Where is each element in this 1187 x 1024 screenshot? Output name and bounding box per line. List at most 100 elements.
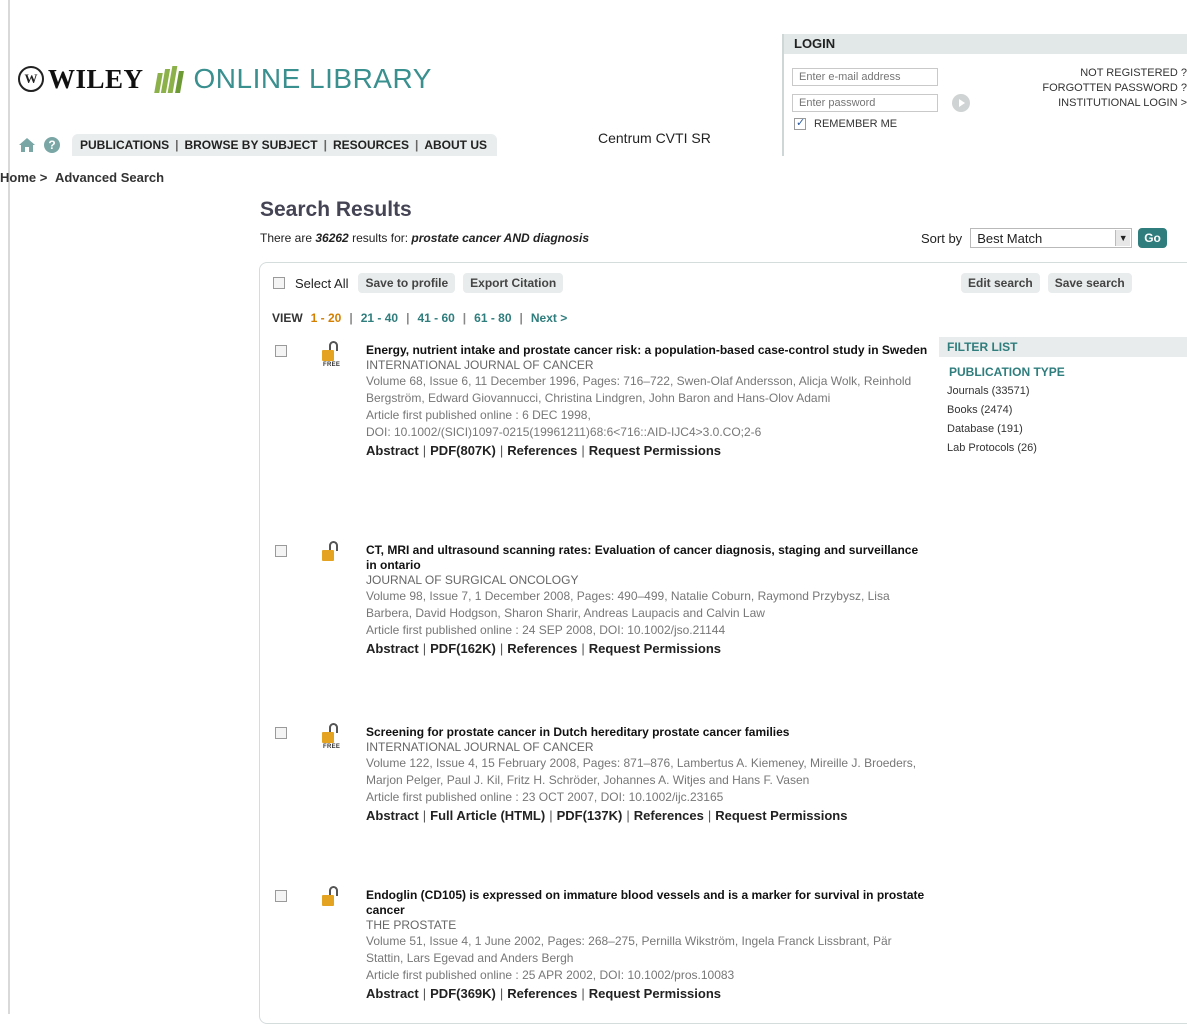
result-checkbox[interactable] — [275, 727, 287, 739]
result-actions: Abstract | PDF(807K) | References | Request Pe… — [366, 443, 721, 458]
breadcrumb: Home > Advanced Search — [0, 170, 164, 185]
tab-publications[interactable]: PUBLICATIONS — [80, 138, 169, 152]
abstract-link[interactable]: Abstract — [366, 443, 419, 458]
pdf-link[interactable]: PDF(807K) — [430, 443, 496, 458]
request-permissions-link[interactable]: Request Permissions — [589, 641, 721, 656]
references-link[interactable]: References — [507, 443, 577, 458]
references-link[interactable]: References — [507, 641, 577, 656]
open-access-lock-icon — [320, 886, 342, 912]
remember-me-label: REMEMBER ME — [814, 118, 898, 130]
logo-wiley-text: WILEY — [48, 63, 144, 94]
result-title[interactable]: CT, MRI and ultrasound scanning rates: E… — [366, 543, 931, 573]
results-prefix: There are — [260, 231, 316, 245]
filter-database[interactable]: Database (191) — [947, 420, 1187, 439]
pdf-link[interactable]: PDF(162K) — [430, 641, 496, 656]
request-permissions-link[interactable]: Request Permissions — [715, 808, 847, 823]
password-field[interactable] — [792, 94, 938, 112]
open-access-lock-icon — [320, 541, 342, 567]
references-link[interactable]: References — [634, 808, 704, 823]
pdf-link[interactable]: PDF(137K) — [557, 808, 623, 823]
page-1-20: 1 - 20 — [310, 311, 342, 325]
result-journal[interactable]: INTERNATIONAL JOURNAL OF CANCER — [366, 358, 931, 373]
page-separator: | — [519, 311, 523, 325]
page-41-60[interactable]: 41 - 60 — [417, 311, 454, 325]
filter-books[interactable]: Books (2474) — [947, 401, 1187, 420]
results-count: There are 36262 results for: prostate ca… — [260, 231, 589, 245]
result-actions: Abstract | Full Article (HTML) | PDF(137K) | R… — [366, 808, 848, 823]
tab-separator: | — [414, 138, 419, 152]
publication-type-title: PUBLICATION TYPE — [949, 365, 1065, 379]
results-query: prostate cancer AND diagnosis — [411, 231, 590, 245]
abstract-link[interactable]: Abstract — [366, 986, 419, 1001]
breadcrumb-home[interactable]: Home > — [0, 170, 47, 185]
full-article-link[interactable]: Full Article (HTML) — [430, 808, 545, 823]
tab-about-us[interactable]: ABOUT US — [424, 138, 487, 152]
references-link[interactable]: References — [507, 986, 577, 1001]
forgotten-password-link[interactable]: FORGOTTEN PASSWORD ? — [1042, 81, 1187, 96]
results-toolbar: Select All Save to profile Export Citati… — [273, 273, 564, 293]
result-journal[interactable]: INTERNATIONAL JOURNAL OF CANCER — [366, 740, 931, 755]
tab-resources[interactable]: RESOURCES — [333, 138, 409, 152]
result-checkbox[interactable] — [275, 545, 287, 557]
page-61-80[interactable]: 61 - 80 — [474, 311, 511, 325]
search-tools: Edit search Save search — [961, 273, 1132, 293]
abstract-link[interactable]: Abstract — [366, 808, 419, 823]
sort-control: Sort by Best Match ▼ Go — [921, 228, 1167, 248]
save-to-profile-button[interactable]: Save to profile — [358, 273, 456, 293]
result-journal[interactable]: THE PROSTATE — [366, 918, 931, 933]
result-published: Article first published online : 24 SEP … — [366, 623, 726, 637]
result-title[interactable]: Screening for prostate cancer in Dutch h… — [366, 725, 931, 740]
institutional-login-link[interactable]: INSTITUTIONAL LOGIN > — [1042, 96, 1187, 111]
login-title: LOGIN — [784, 34, 1187, 54]
result-checkbox[interactable] — [275, 345, 287, 357]
tab-separator: | — [323, 138, 327, 152]
filter-list-title: FILTER LIST — [939, 337, 1187, 357]
result-title[interactable]: Energy, nutrient intake and prostate can… — [366, 343, 931, 358]
select-all-checkbox[interactable] — [273, 277, 285, 289]
wiley-logo[interactable]: W WILEY ONLINE LIBRARY — [18, 62, 432, 96]
filter-lab-protocols[interactable]: Lab Protocols (26) — [947, 439, 1187, 458]
sort-label: Sort by — [921, 230, 963, 246]
result-journal[interactable]: JOURNAL OF SURGICAL ONCOLOGY — [366, 573, 931, 588]
home-icon[interactable] — [18, 137, 36, 153]
not-registered-link[interactable]: NOT REGISTERED ? — [1042, 66, 1187, 81]
sort-value: Best Match — [977, 231, 1043, 246]
login-submit-button[interactable] — [952, 94, 970, 112]
export-citation-button[interactable]: Export Citation — [463, 273, 564, 293]
result-content: Endoglin (CD105) is expressed on immatur… — [366, 888, 931, 1001]
result-meta: Volume 122, Issue 4, 15 February 2008, P… — [366, 756, 917, 787]
request-permissions-link[interactable]: Request Permissions — [589, 986, 721, 1001]
result-meta: Volume 68, Issue 6, 11 December 1996, Pa… — [366, 374, 912, 405]
result-doi: DOI: 10.1002/(SICI)1097-0215(19961211)68… — [366, 425, 762, 439]
filter-journals[interactable]: Journals (33571) — [947, 382, 1187, 401]
breadcrumb-current: Advanced Search — [54, 170, 165, 185]
free-badge: FREE — [323, 362, 341, 368]
login-panel: LOGIN REMEMBER ME NOT REGISTERED ? FORGO… — [782, 34, 1187, 156]
next-page-link[interactable]: Next > — [531, 311, 567, 325]
remember-me[interactable]: REMEMBER ME — [794, 116, 898, 130]
filter-list: FILTER LIST PUBLICATION TYPE Journals (3… — [939, 337, 1187, 458]
edit-search-button[interactable]: Edit search — [961, 273, 1040, 293]
result-title[interactable]: Endoglin (CD105) is expressed on immatur… — [366, 888, 931, 918]
pagination: VIEW 1 - 20 | 21 - 40 | 41 - 60 | 61 - 8… — [272, 311, 567, 325]
page-separator: | — [406, 311, 410, 325]
tab-browse-by-subject[interactable]: BROWSE BY SUBJECT — [184, 138, 317, 152]
sort-select[interactable]: Best Match ▼ — [970, 228, 1133, 248]
result-checkbox[interactable] — [275, 890, 287, 902]
remember-me-checkbox[interactable] — [794, 116, 806, 130]
result-meta: Volume 51, Issue 4, 1 June 2002, Pages: … — [366, 934, 892, 965]
page-21-40[interactable]: 21 - 40 — [361, 311, 398, 325]
login-links: NOT REGISTERED ? FORGOTTEN PASSWORD ? IN… — [1042, 66, 1187, 111]
abstract-link[interactable]: Abstract — [366, 641, 419, 656]
pdf-link[interactable]: PDF(369K) — [430, 986, 496, 1001]
help-icon[interactable]: ? — [44, 137, 60, 153]
save-search-button[interactable]: Save search — [1047, 273, 1132, 293]
tab-separator: | — [175, 138, 179, 152]
email-field[interactable] — [792, 68, 938, 86]
logo-library-text: ONLINE LIBRARY — [193, 63, 432, 94]
sort-go-button[interactable]: Go — [1138, 228, 1167, 248]
institution-name: Centrum CVTI SR — [598, 130, 711, 146]
page-separator: | — [349, 311, 353, 325]
request-permissions-link[interactable]: Request Permissions — [589, 443, 721, 458]
view-label: VIEW — [272, 311, 303, 325]
